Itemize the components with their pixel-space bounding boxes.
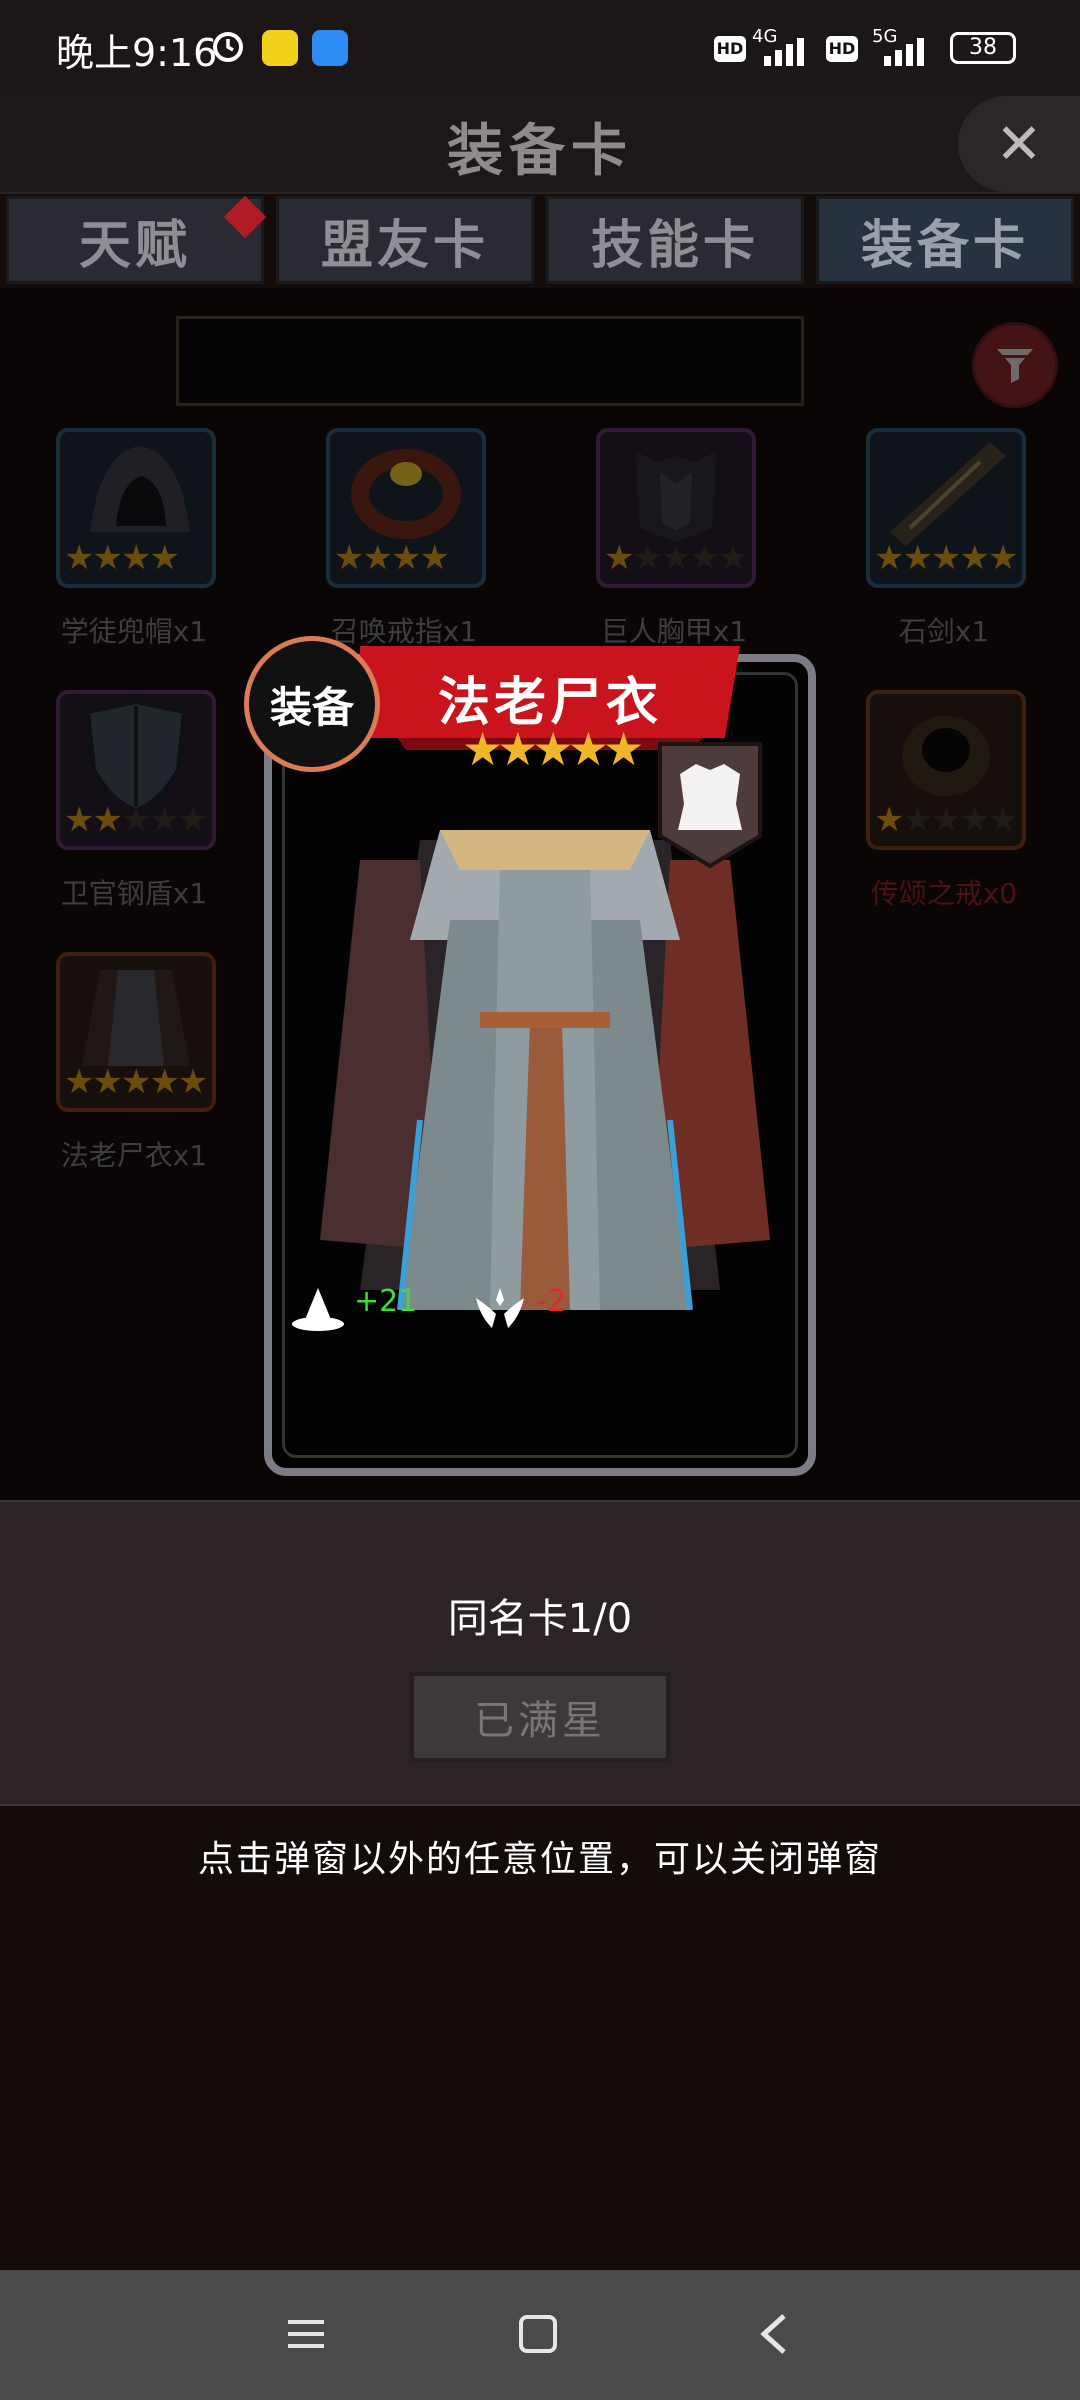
tab-equipment-card[interactable]: 装备卡	[816, 196, 1074, 284]
same-card-count: 同名卡1/0	[447, 1596, 633, 1642]
tab-bar: 天赋 盟友卡 技能卡 装备卡	[0, 195, 1080, 288]
stat-wing-value: -2	[536, 1284, 566, 1319]
tab-label: 装备卡	[860, 215, 1029, 276]
signal-icon-1	[760, 34, 812, 66]
hd-badge-2: HD	[826, 36, 858, 62]
winged-star-icon	[476, 1288, 524, 1328]
card-stars: ★★★★★	[462, 722, 644, 776]
equipment-type-badge: 装备	[244, 636, 380, 772]
tab-label: 天赋	[78, 215, 191, 276]
app-icon-blue	[312, 30, 348, 66]
magic-hat-icon	[292, 1288, 344, 1331]
tab-label: 盟友卡	[320, 215, 489, 276]
alarm-icon	[210, 28, 246, 64]
menu-icon[interactable]	[284, 2312, 328, 2356]
max-star-label: 已满星	[474, 1698, 606, 1744]
max-star-button[interactable]: 已满星	[410, 1672, 670, 1762]
page-title: 装备卡	[447, 119, 633, 184]
close-hint: 点击弹窗以外的任意位置，可以关闭弹窗	[197, 1839, 882, 1880]
tab-skill-card[interactable]: 技能卡	[546, 196, 804, 284]
armor-category-icon	[658, 742, 762, 869]
close-button[interactable]: ✕	[958, 96, 1080, 192]
equipment-type-label: 装备	[269, 682, 354, 732]
app-icon-yellow	[262, 30, 298, 66]
robe-illustration	[320, 830, 770, 1311]
home-icon[interactable]	[516, 2312, 560, 2356]
back-icon[interactable]	[752, 2310, 796, 2358]
signal-icon-2	[880, 34, 932, 66]
battery-icon: 38	[950, 32, 1016, 64]
tab-ally-card[interactable]: 盟友卡	[276, 196, 534, 284]
tab-talent[interactable]: 天赋	[6, 196, 264, 284]
status-time: 晚上9:16	[56, 31, 218, 75]
stat-magic-value: +21	[354, 1284, 418, 1319]
hd-badge-1: HD	[714, 36, 746, 62]
tab-label: 技能卡	[590, 215, 759, 276]
close-icon: ✕	[995, 111, 1043, 177]
